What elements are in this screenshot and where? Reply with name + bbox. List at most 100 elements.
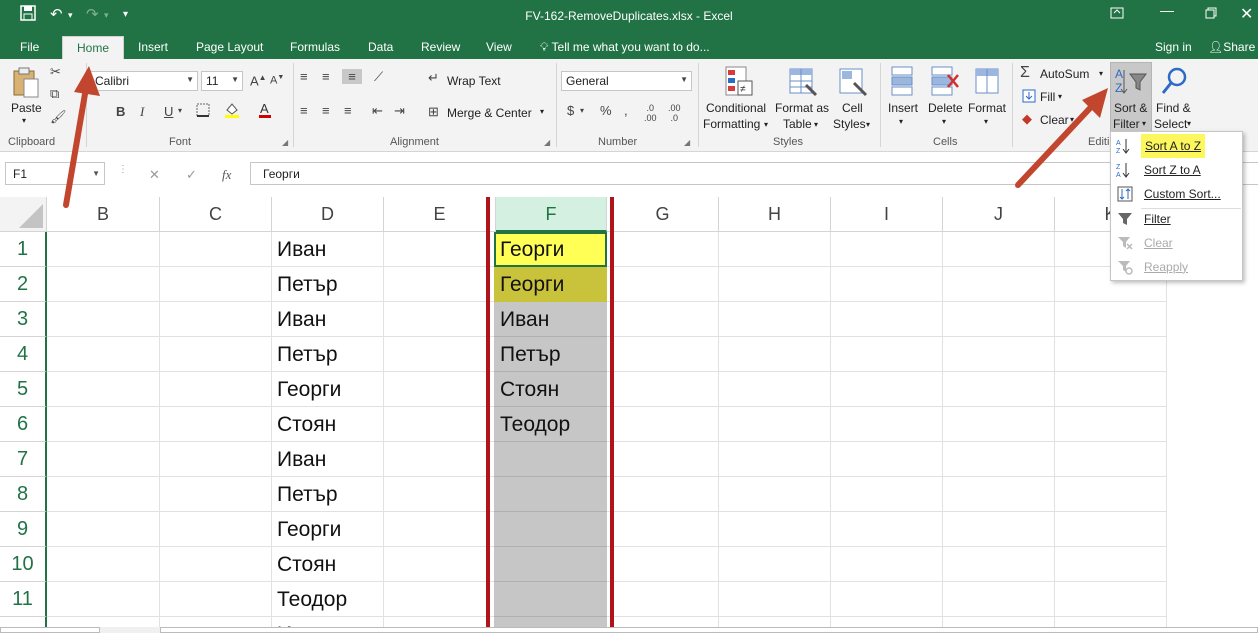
grid-cell[interactable] [47, 267, 160, 302]
grid-cell[interactable] [831, 512, 943, 547]
grid-cell[interactable] [47, 372, 160, 407]
grid-cell[interactable] [943, 582, 1055, 617]
close-icon[interactable]: ✕ [1240, 4, 1253, 24]
grid-cell[interactable] [607, 372, 719, 407]
tell-me-box[interactable]: 💡︎ Tell me what you want to do... [540, 40, 710, 55]
autosum-dropdown-icon[interactable]: ▾ [1099, 69, 1103, 78]
tab-file[interactable]: File [20, 40, 39, 54]
format-label[interactable]: Format [968, 101, 1006, 115]
grid-cell[interactable] [47, 337, 160, 372]
grid-cell[interactable] [831, 442, 943, 477]
find-select-icon[interactable] [1160, 66, 1190, 99]
grid-cell[interactable] [831, 267, 943, 302]
format-painter-icon[interactable]: 🖌︎ [50, 109, 67, 125]
grid-cell[interactable] [160, 477, 272, 512]
cell-d11[interactable]: Теодор [277, 582, 347, 617]
grid-cell[interactable] [831, 477, 943, 512]
format-as-table-label-2[interactable]: Table [783, 117, 812, 131]
cell-d7[interactable]: Иван [277, 442, 326, 477]
cell-d8[interactable]: Петър [277, 477, 338, 512]
align-center-icon[interactable]: ≡ [322, 103, 330, 118]
row-header-7[interactable]: 7 [0, 442, 47, 477]
grid-cell[interactable] [1055, 477, 1167, 512]
grid-cell[interactable] [943, 302, 1055, 337]
grid-cell[interactable] [607, 512, 719, 547]
cell-styles-icon[interactable] [838, 65, 868, 102]
minimize-icon[interactable]: — [1160, 2, 1174, 18]
delete-dropdown-icon[interactable]: ▾ [942, 117, 946, 126]
grid-cell[interactable] [607, 442, 719, 477]
grid-cell[interactable] [831, 407, 943, 442]
grid-cell[interactable] [160, 547, 272, 582]
confirm-entry-icon[interactable]: ✓ [186, 167, 197, 183]
tab-data[interactable]: Data [368, 40, 393, 54]
find-select-label-2[interactable]: Select [1154, 117, 1187, 131]
bold-button[interactable]: B [116, 104, 125, 119]
clipboard-launcher-icon[interactable]: ◢ [73, 138, 79, 147]
underline-dropdown-icon[interactable]: ▾ [178, 106, 182, 115]
find-select-dropdown-icon[interactable]: ▾ [1187, 119, 1191, 128]
row-header-3[interactable]: 3 [0, 302, 47, 337]
grid-cell[interactable] [943, 232, 1055, 267]
tab-review[interactable]: Review [421, 40, 460, 54]
align-top-icon[interactable]: ≡ [300, 69, 308, 84]
grid-cell[interactable] [719, 582, 831, 617]
cut-icon[interactable]: ✂ [50, 64, 61, 80]
align-left-icon[interactable]: ≡ [300, 103, 308, 118]
copy-icon[interactable]: ⧉ [50, 86, 59, 102]
row-header-5[interactable]: 5 [0, 372, 47, 407]
tab-page-layout[interactable]: Page Layout [196, 40, 263, 54]
row-header-10[interactable]: 10 [0, 547, 47, 582]
grid-cell[interactable] [719, 302, 831, 337]
conditional-formatting-label-1[interactable]: Conditional [706, 101, 766, 115]
grid-cell[interactable] [607, 477, 719, 512]
cell-d6[interactable]: Стоян [277, 407, 336, 442]
grid-cell[interactable] [160, 442, 272, 477]
fill-color-icon[interactable] [224, 101, 240, 122]
grid-cell[interactable] [384, 477, 496, 512]
format-table-dropdown-icon[interactable]: ▾ [814, 120, 818, 129]
cell-d4[interactable]: Петър [277, 337, 338, 372]
column-header-h[interactable]: H [719, 197, 831, 232]
menu-item-sort-z-to-a[interactable]: ZA Sort Z to A [1112, 158, 1242, 182]
grid-cell[interactable] [943, 337, 1055, 372]
grid-cell[interactable] [384, 372, 496, 407]
grid-cell[interactable] [160, 582, 272, 617]
increase-indent-icon[interactable]: ⇥ [394, 103, 405, 119]
column-header-d[interactable]: D [272, 197, 384, 232]
grid-cell[interactable] [1055, 512, 1167, 547]
shrink-font-icon[interactable]: A▼ [270, 74, 284, 87]
paste-dropdown-icon[interactable]: ▾ [22, 116, 26, 125]
grid-cell[interactable] [47, 477, 160, 512]
row-header-9[interactable]: 9 [0, 512, 47, 547]
restore-icon[interactable] [1205, 6, 1217, 22]
grid-cell[interactable] [719, 372, 831, 407]
grid-cell[interactable] [384, 267, 496, 302]
alignment-launcher-icon[interactable]: ◢ [544, 138, 550, 147]
grid-cell[interactable] [1055, 547, 1167, 582]
menu-item-reapply[interactable]: Reapply [1112, 255, 1242, 279]
insert-label[interactable]: Insert [888, 101, 918, 115]
currency-dropdown-icon[interactable]: ▾ [580, 106, 584, 115]
cell-d10[interactable]: Стоян [277, 547, 336, 582]
share-button[interactable]: 👤︎Share [1208, 40, 1255, 54]
paste-label[interactable]: Paste [11, 101, 42, 115]
wrap-text-button[interactable]: Wrap Text [447, 74, 501, 88]
cell-d9[interactable]: Георги [277, 512, 341, 547]
grid-cell[interactable] [1055, 302, 1167, 337]
grid-cell[interactable] [47, 547, 160, 582]
grid-cell[interactable] [160, 372, 272, 407]
grid-cell[interactable] [47, 407, 160, 442]
grid-cell[interactable] [831, 232, 943, 267]
grid-cell[interactable] [719, 337, 831, 372]
font-color-icon[interactable]: A [258, 101, 272, 122]
number-format-box[interactable]: General ▼ [561, 71, 692, 91]
grid-cell[interactable] [160, 302, 272, 337]
grid-cell[interactable] [160, 232, 272, 267]
underline-button[interactable]: U [164, 104, 173, 119]
grid-cell[interactable] [719, 267, 831, 302]
ribbon-display-options-icon[interactable] [1110, 6, 1124, 23]
fill-button[interactable]: Fill [1040, 90, 1055, 104]
percent-button[interactable]: % [600, 103, 612, 118]
cell-d3[interactable]: Иван [277, 302, 326, 337]
